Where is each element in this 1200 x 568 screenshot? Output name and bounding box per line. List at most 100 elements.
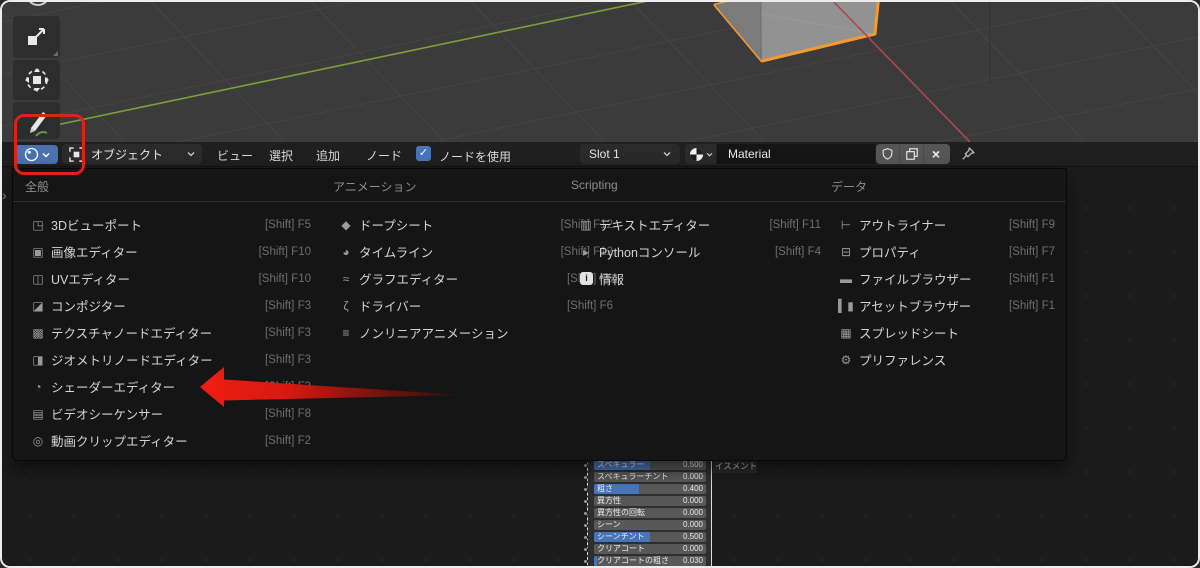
material-name-field[interactable]: Material [717,144,875,164]
menu-item-preferences[interactable]: ⚙ プリファレンス [825,346,1065,373]
menu-item-label: ジオメトリノードエディター [51,354,213,368]
browse-material-dropdown[interactable] [685,144,716,164]
menu-item-label: アウトライナー [859,219,947,233]
menu-item-label: プロパティ [859,246,921,260]
sheen-slider[interactable]: シーン 0.000 [594,520,706,530]
unlink-material-button[interactable]: × [924,144,948,164]
menu-item-shortcut: [Shift] F7 [1008,245,1055,258]
anisotropic-rotation-slider[interactable]: 異方性の回転 0.000 [594,508,706,518]
menu-item-video-sequencer[interactable]: ▤ ビデオシーケンサー [Shift] F8 [17,400,321,427]
new-material-button[interactable] [900,144,924,164]
editor-type-dropdown[interactable] [15,145,58,164]
menu-item-label: グラフエディター [359,273,459,287]
menu-item-geometry-node-editor[interactable]: ◨ ジオメトリノードエディター [Shift] F3 [17,346,321,373]
image-editor-icon: ▣ [32,244,44,259]
shader-type-dropdown[interactable]: オブジェクト [62,144,202,164]
slider-label: クリアコート [597,544,645,553]
chevron-down-icon [187,152,195,157]
menu-item-image-editor[interactable]: ▣ 画像エディター [Shift] F10 [17,238,321,265]
menu-item-label: テキストエディター [599,219,711,233]
menu-column-header: データ [831,180,868,194]
menu-item-label: 動画クリップエディター [51,435,188,449]
chevron-down-icon [42,152,49,157]
menu-item-spreadsheet[interactable]: ▦ スプレッドシート [825,319,1065,346]
menu-item-text-editor[interactable]: ▥ テキストエディター [Shift] F11 [565,211,831,238]
chevron-down-icon [663,152,671,157]
menu-item-shortcut: [Shift] F2 [264,434,311,447]
use-nodes-checkbox[interactable]: ✓ [416,146,431,161]
timeline-icon: ◕ [342,244,350,259]
fake-user-button[interactable] [876,144,900,164]
slider-value: 0.000 [682,496,703,505]
transform-tool-button[interactable] [13,60,60,100]
close-icon: × [931,146,941,162]
blender-window: オブジェクト ビュー 選択 追加 ノード Slot 1 Material × ✓… [0,0,1200,568]
menu-item-shortcut: [Shift] F10 [258,245,311,258]
sheen-tint-slider[interactable]: シーンチント 0.500 [594,532,706,542]
anisotropic-slider[interactable]: 異方性 0.000 [594,496,706,506]
menu-item-label: ノンリニアアニメーション [359,327,509,341]
menu-item-movie-clip-editor[interactable]: ◎ 動画クリップエディター [Shift] F2 [17,427,321,454]
socket-icon[interactable] [583,510,588,516]
socket-icon[interactable] [583,474,588,480]
principled-bsdf-node[interactable]: スペキュラー 0.500 スペキュラーチント 0.000 粗さ 0.400 異方… [583,458,712,566]
region-expand-icon[interactable]: › [2,187,7,203]
specular-tint-slider[interactable]: スペキュラーチント 0.000 [594,472,706,482]
menu-column-header: 全般 [25,180,50,194]
annotate-tool-button[interactable] [13,102,60,139]
slider-row: シーン 0.000 [583,520,706,530]
viewport-3d [2,2,1198,142]
menu-node[interactable]: ノード [366,147,402,164]
movie-clip-editor-icon: ◎ [32,433,44,448]
specular-slider[interactable]: スペキュラー 0.500 [594,460,706,470]
menu-item-properties[interactable]: ⊟ プロパティ [Shift] F7 [825,238,1065,265]
menu-item-label: プリファレンス [859,354,947,368]
graph-editor-icon: ≈ [342,271,350,286]
menu-item-shortcut: [Shift] F5 [264,218,311,231]
menu-add[interactable]: 追加 [316,147,340,164]
menu-item-info[interactable]: i 情報 [565,265,831,292]
transform-tool-icon [24,68,49,92]
menu-item-outliner[interactable]: ⊢ アウトライナー [Shift] F9 [825,211,1065,238]
menu-item-label: タイムライン [359,246,434,260]
menu-select[interactable]: 選択 [269,147,293,164]
menu-item-nla[interactable]: ≡ ノンリニアアニメーション [325,319,623,346]
menu-item-uv-editor[interactable]: ◫ UVエディター [Shift] F10 [17,265,321,292]
slider-label: 異方性の回転 [597,508,645,517]
menu-item-3d-viewport[interactable]: ◳ 3Dビューポート [Shift] F5 [17,211,321,238]
menu-item-label: UVエディター [51,273,130,287]
menu-item-file-browser[interactable]: ▬ ファイルブラウザー [Shift] F1 [825,265,1065,292]
clearcoat-roughness-slider[interactable]: クリアコートの粗さ 0.030 [594,556,706,566]
slider-row: 異方性の回転 0.000 [583,508,706,518]
socket-icon[interactable] [583,498,588,504]
menu-item-asset-browser[interactable]: ▍▮ アセットブラウザー [Shift] F1 [825,292,1065,319]
menu-item-label: コンポジター [51,300,126,314]
menu-item-texture-node-editor[interactable]: ▩ テクスチャノードエディター [Shift] F3 [17,319,321,346]
clearcoat-slider[interactable]: クリアコート 0.000 [594,544,706,554]
menu-item-drivers[interactable]: ζ ドライバー [Shift] F6 [325,292,623,319]
shader-editor-icon: ◔ [34,379,42,394]
slider-value: 0.500 [682,532,703,541]
menu-item-shader-editor[interactable]: ◔ シェーダーエディター [Shift] F3 [17,373,321,400]
socket-icon[interactable] [583,546,588,552]
menu-item-label: アセットブラウザー [859,300,972,314]
texture-node-editor-icon: ▩ [32,325,44,340]
slider-row: シーンチント 0.500 [583,532,706,542]
socket-icon[interactable] [583,486,588,492]
selected-cube[interactable] [713,2,880,63]
menu-item-compositor[interactable]: ◪ コンポジター [Shift] F3 [17,292,321,319]
roughness-slider[interactable]: 粗さ 0.400 [594,484,706,494]
socket-icon[interactable] [583,558,588,564]
socket-icon[interactable] [583,522,588,528]
scale-tool-button[interactable] [13,16,60,58]
socket-icon[interactable] [583,534,588,540]
object-mode-icon [69,146,84,162]
menu-item-shortcut: [Shift] F9 [1008,218,1055,231]
socket-icon[interactable] [583,462,588,468]
editor-type-menu: 全般 アニメーション Scripting データ ◳ 3Dビューポート [Shift… [12,168,1067,461]
menu-item-label: スプレッドシート [859,327,960,341]
menu-item-python-console[interactable]: ▸ Pythonコンソール [Shift] F4 [565,238,831,265]
pin-button[interactable] [958,145,978,163]
material-slot-dropdown[interactable]: Slot 1 [580,144,680,164]
menu-view[interactable]: ビュー [217,147,253,164]
